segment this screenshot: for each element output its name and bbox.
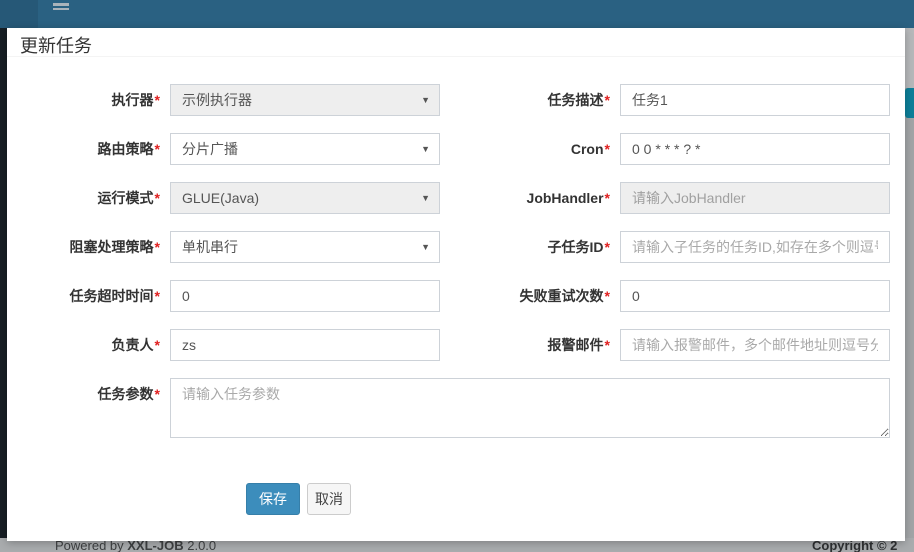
backdrop-band (905, 28, 914, 88)
job-desc-input[interactable] (620, 84, 890, 116)
modal-title: 更新任务 (20, 32, 92, 58)
top-navbar (0, 0, 914, 28)
form-row: 执行器* 示例执行器▼ 任务描述* (7, 84, 905, 116)
alarm-email-label: 报警邮件* (469, 329, 610, 361)
jobhandler-input (620, 182, 890, 214)
modal-actions: 保存 取消 (7, 483, 905, 515)
child-jobid-input[interactable] (620, 231, 890, 263)
chevron-down-icon: ▼ (421, 134, 430, 164)
block-strategy-label: 阻塞处理策略* (20, 231, 160, 263)
executor-label: 执行器* (20, 84, 160, 116)
job-params-textarea[interactable] (170, 378, 890, 438)
jobhandler-label: JobHandler* (469, 182, 610, 214)
save-button[interactable]: 保存 (246, 483, 300, 515)
logo-area (0, 0, 38, 28)
cancel-button[interactable]: 取消 (307, 483, 351, 515)
chevron-down-icon: ▼ (421, 85, 430, 115)
job-params-label: 任务参数* (20, 378, 160, 410)
form-row: 任务超时时间* 失败重试次数* (7, 280, 905, 312)
timeout-label: 任务超时时间* (20, 280, 160, 312)
backdrop-right (905, 28, 914, 552)
executor-select: 示例执行器▼ (170, 84, 440, 116)
timeout-input[interactable] (170, 280, 440, 312)
chevron-down-icon: ▼ (421, 183, 430, 213)
chevron-down-icon: ▼ (421, 232, 430, 262)
alarm-email-input[interactable] (620, 329, 890, 361)
fail-retry-label: 失败重试次数* (469, 280, 610, 312)
update-job-modal: 更新任务 执行器* 示例执行器▼ 任务描述* 路由策略* 分片广播▼ Cron*… (7, 28, 905, 541)
job-desc-label: 任务描述* (469, 84, 610, 116)
modal-header: 更新任务 (7, 28, 905, 57)
background-button-fragment (905, 88, 914, 118)
page: Powered by XXL-JOB 2.0.0 Copyright © 2 更… (0, 0, 914, 552)
glue-type-select: GLUE(Java)▼ (170, 182, 440, 214)
route-strategy-select[interactable]: 分片广播▼ (170, 133, 440, 165)
route-strategy-label: 路由策略* (20, 133, 160, 165)
form-row: 阻塞处理策略* 单机串行▼ 子任务ID* (7, 231, 905, 263)
cron-label: Cron* (469, 133, 610, 165)
block-strategy-select[interactable]: 单机串行▼ (170, 231, 440, 263)
child-jobid-label: 子任务ID* (469, 231, 610, 263)
author-label: 负责人* (20, 329, 160, 361)
cron-input[interactable] (620, 133, 890, 165)
form-row: 运行模式* GLUE(Java)▼ JobHandler* (7, 182, 905, 214)
hamburger-icon[interactable] (53, 3, 69, 15)
glue-type-label: 运行模式* (20, 182, 160, 214)
form-row: 任务参数* (7, 378, 905, 438)
fail-retry-input[interactable] (620, 280, 890, 312)
form-row: 负责人* 报警邮件* (7, 329, 905, 361)
author-input[interactable] (170, 329, 440, 361)
form-row: 路由策略* 分片广播▼ Cron* (7, 133, 905, 165)
sidebar-edge (0, 28, 7, 543)
